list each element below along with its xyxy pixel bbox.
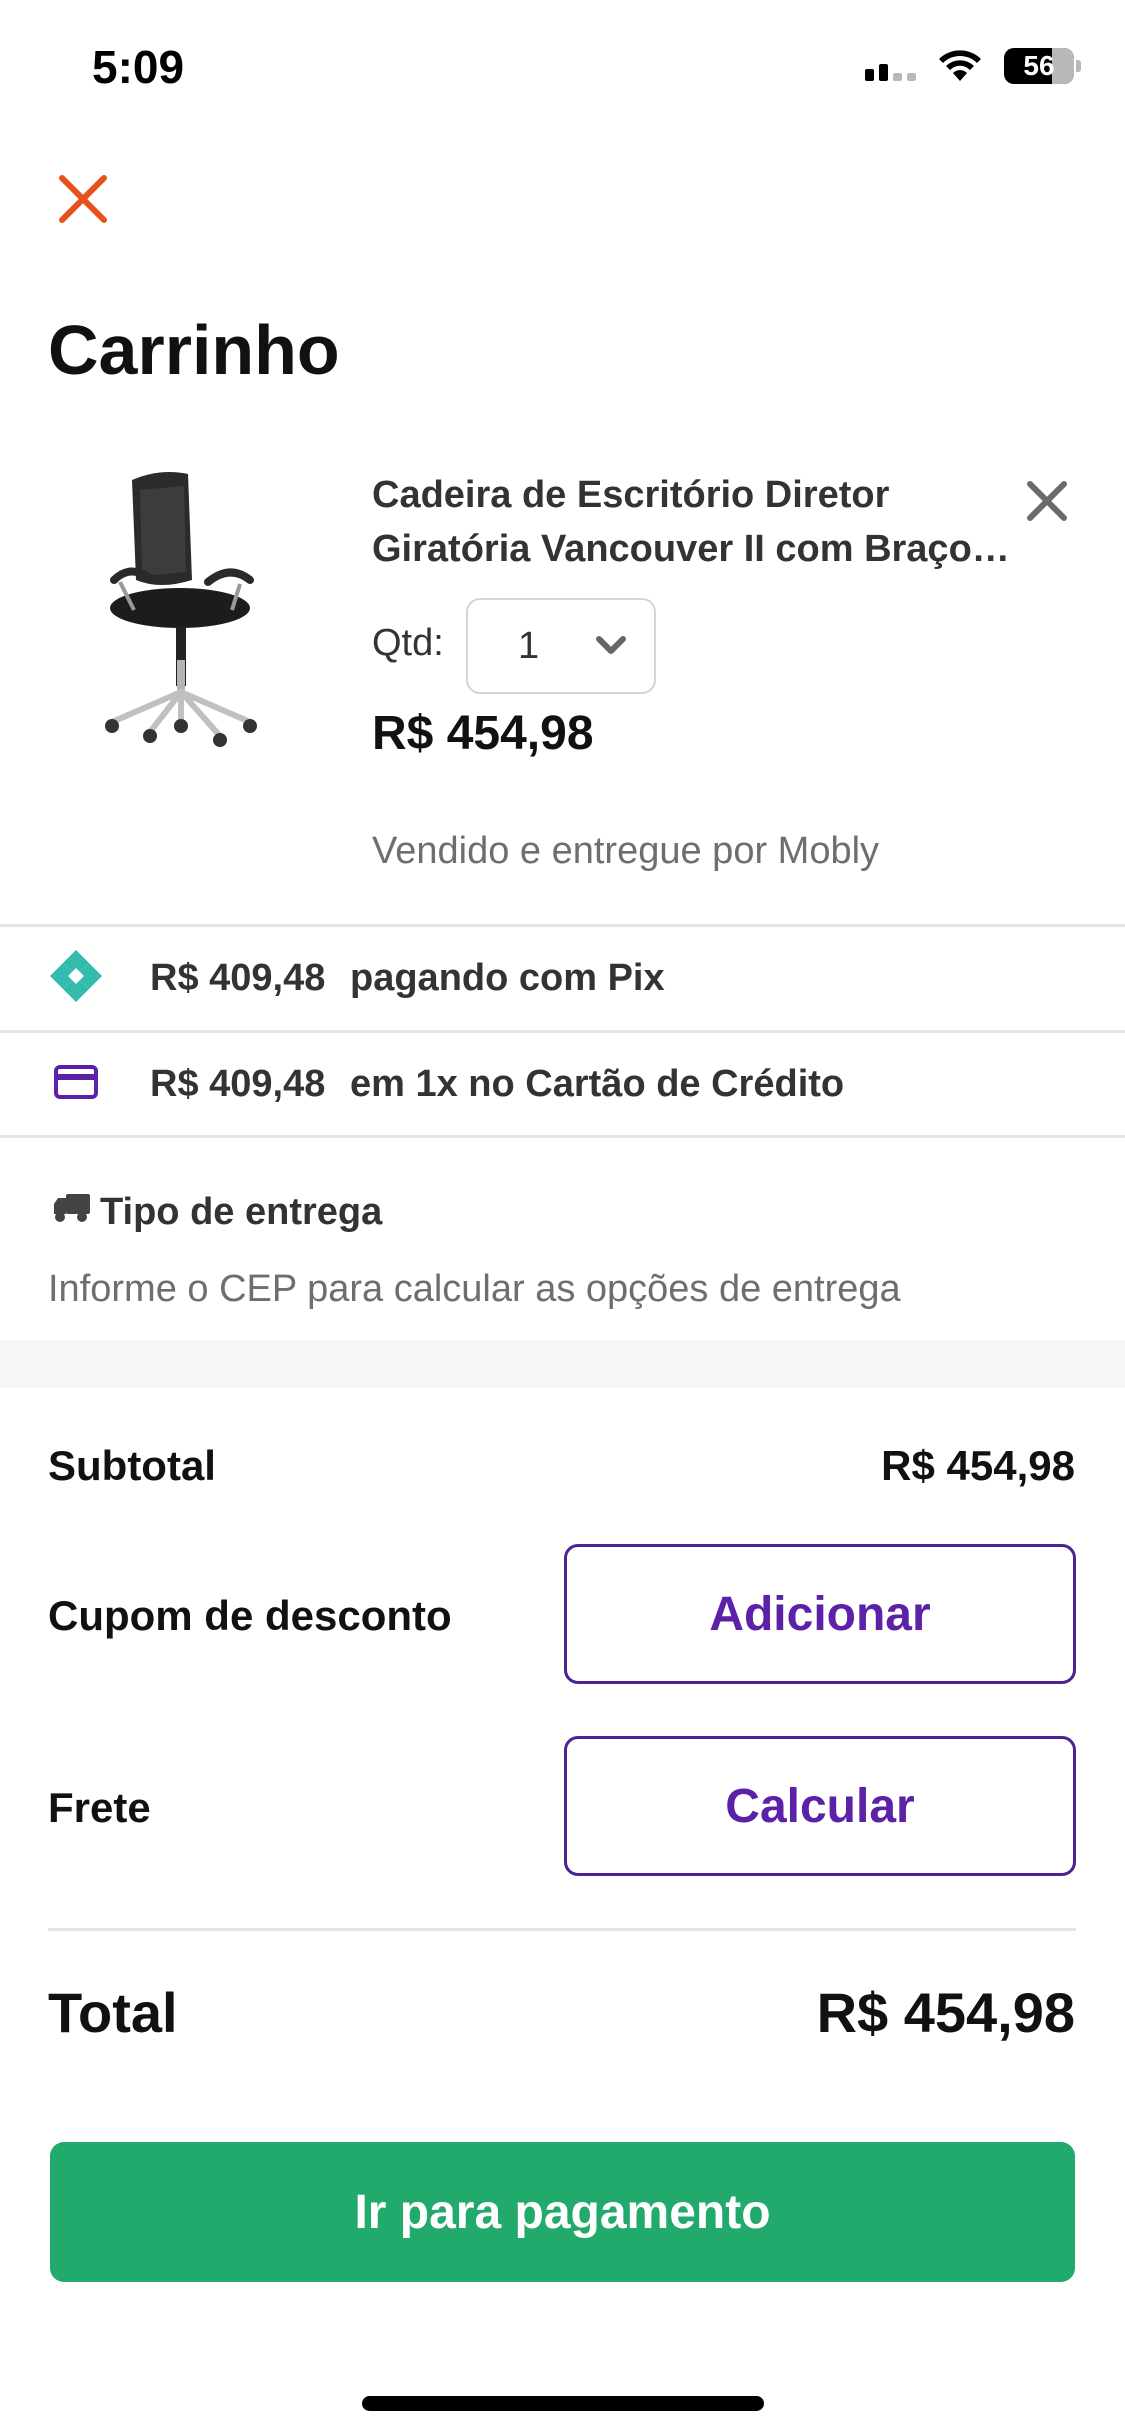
battery-level: 56 <box>1023 50 1055 81</box>
page-title: Carrinho <box>48 311 340 389</box>
divider <box>48 1928 1076 1931</box>
pix-description: pagando com Pix <box>350 956 665 999</box>
product-name[interactable]: Cadeira de Escritório Diretor Giratória … <box>372 468 1022 576</box>
seller-info: Vendido e entregue por Mobly <box>372 830 880 872</box>
payment-option-card: R$ 409,48 em 1x no Cartão de Crédito <box>0 1034 1125 1134</box>
cellular-signal-icon <box>865 51 916 81</box>
product-name-line-2: Giratória Vancouver II com Braços Preta <box>372 528 1022 570</box>
quantity-label: Qtd: <box>372 622 444 664</box>
pix-amount: R$ 409,48 <box>150 956 326 999</box>
delivery-title-text: Tipo de entrega <box>100 1190 383 1233</box>
calculate-shipping-button[interactable]: Calcular <box>564 1736 1076 1876</box>
remove-item-icon[interactable] <box>1024 478 1070 524</box>
product-image[interactable] <box>100 460 280 750</box>
pix-icon <box>48 948 104 1009</box>
card-description: em 1x no Cartão de Crédito <box>350 1062 845 1105</box>
subtotal-value: R$ 454,98 <box>881 1442 1075 1489</box>
section-separator <box>0 1340 1125 1388</box>
delivery-hint: Informe o CEP para calcular as opções de… <box>48 1268 901 1310</box>
battery-icon: 56 <box>1004 48 1074 84</box>
divider <box>0 1135 1125 1138</box>
status-time: 5:09 <box>92 41 185 93</box>
close-icon[interactable] <box>52 168 114 230</box>
product-name-line-1: Cadeira de Escritório Diretor <box>372 474 890 516</box>
card-amount: R$ 409,48 <box>150 1062 326 1105</box>
total-value: R$ 454,98 <box>816 1981 1075 2044</box>
status-bar: 5:09 56 <box>0 0 1125 140</box>
delivery-title: Tipo de entrega <box>52 1190 382 1234</box>
status-icons: 56 <box>865 48 1081 84</box>
chevron-down-icon <box>596 634 626 661</box>
add-coupon-button[interactable]: Adicionar <box>564 1544 1076 1684</box>
checkout-button[interactable]: Ir para pagamento <box>50 2142 1075 2282</box>
payment-option-pix: R$ 409,48 pagando com Pix <box>0 928 1125 1028</box>
divider <box>0 924 1125 927</box>
divider <box>0 1030 1125 1033</box>
subtotal-label: Subtotal <box>48 1442 216 1489</box>
home-indicator <box>362 2396 764 2411</box>
credit-card-icon <box>54 1064 98 1104</box>
truck-icon <box>52 1190 92 1234</box>
wifi-icon <box>938 49 982 83</box>
total-label: Total <box>48 1981 178 2044</box>
quantity-value: 1 <box>518 624 540 667</box>
shipping-label: Frete <box>48 1784 151 1831</box>
coupon-label: Cupom de desconto <box>48 1592 452 1639</box>
quantity-select[interactable]: 1 <box>466 598 656 694</box>
product-price: R$ 454,98 <box>372 707 594 760</box>
